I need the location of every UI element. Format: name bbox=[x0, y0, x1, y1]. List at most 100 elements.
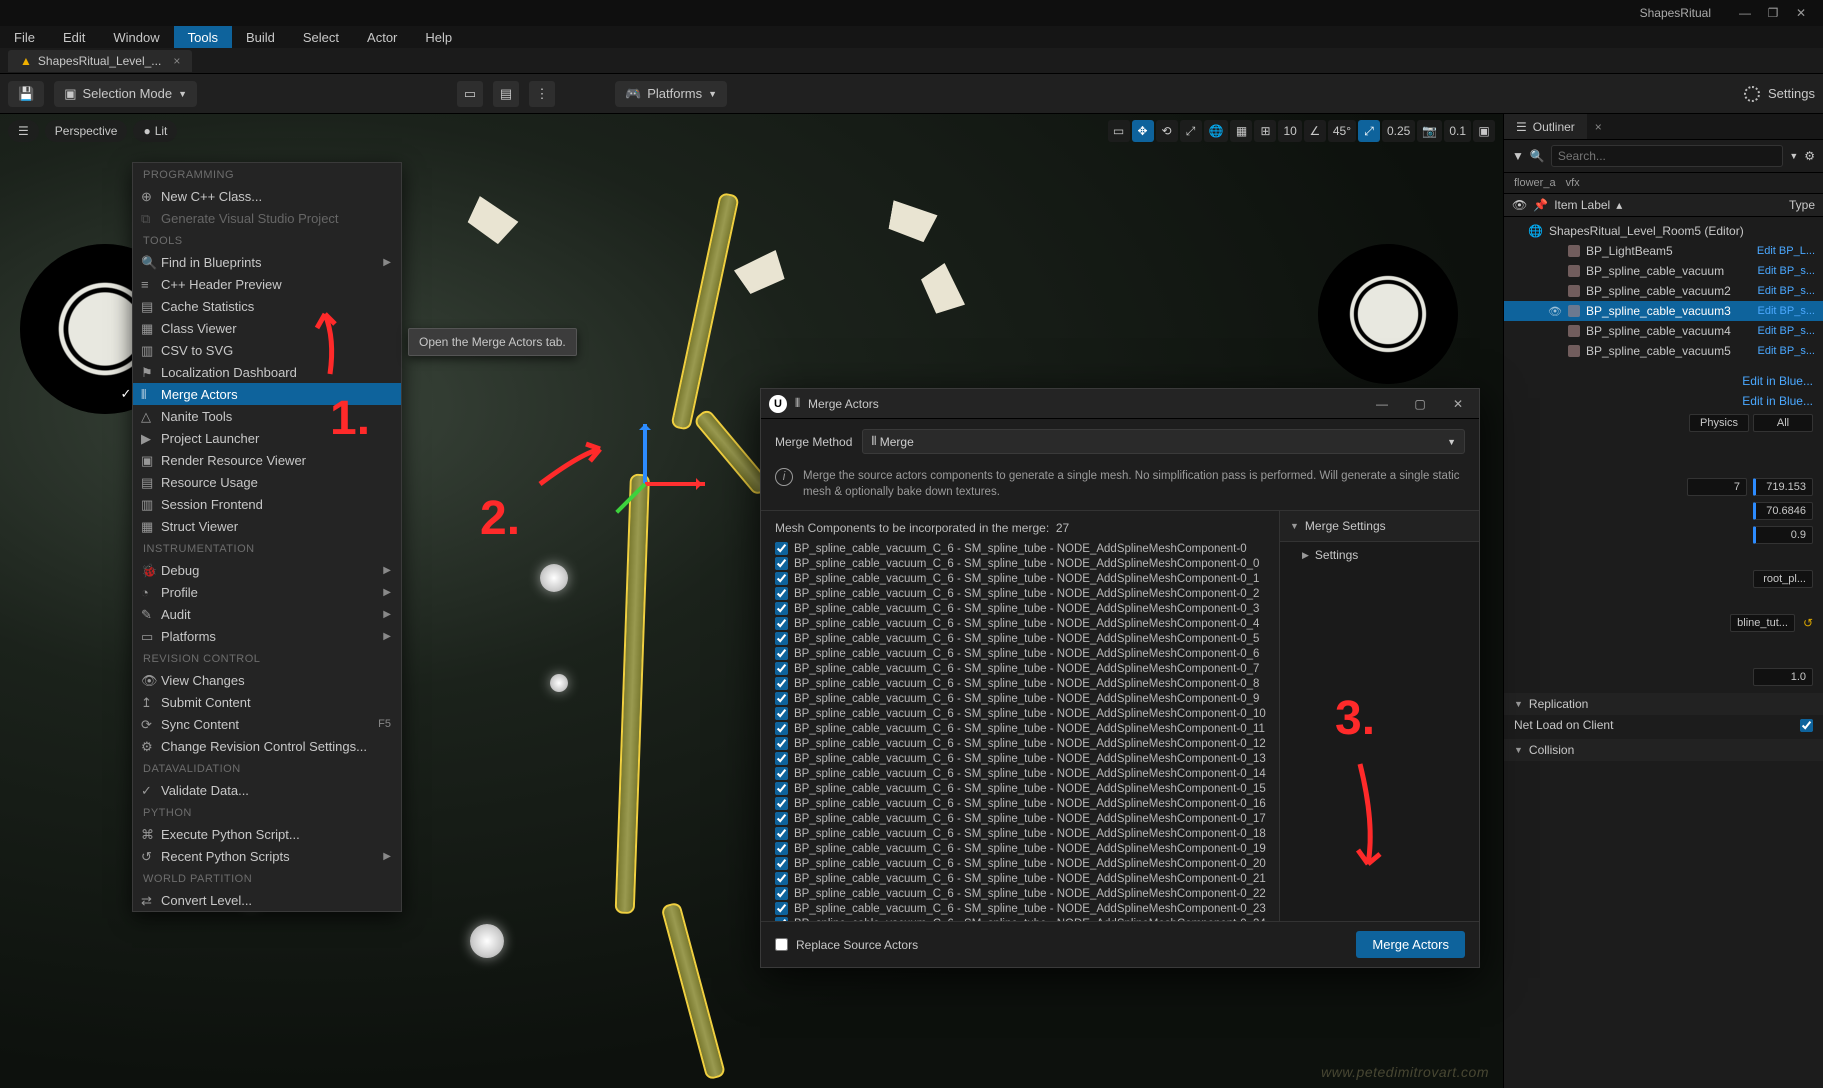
menu-cpp-header-preview[interactable]: ≡C++ Header Preview bbox=[133, 273, 401, 295]
mesh-component-row[interactable]: BP_spline_cable_vacuum_C_6 - SM_spline_t… bbox=[775, 631, 1273, 646]
camera-speed-icon[interactable]: 📷 bbox=[1417, 120, 1442, 142]
menu-resource-usage[interactable]: ▤Resource Usage bbox=[133, 471, 401, 493]
mesh-component-row[interactable]: BP_spline_cable_vacuum_C_6 - SM_spline_t… bbox=[775, 856, 1273, 871]
column-item-label[interactable]: Item Label bbox=[1554, 198, 1610, 212]
mesh-component-row[interactable]: BP_spline_cable_vacuum_C_6 - SM_spline_t… bbox=[775, 676, 1273, 691]
spline-cable[interactable] bbox=[615, 474, 650, 914]
menu-profile[interactable]: ◔Profile▶ bbox=[133, 581, 401, 603]
section-replication[interactable]: ▼Replication bbox=[1504, 693, 1823, 715]
mesh-component-checkbox[interactable] bbox=[775, 737, 788, 750]
merge-settings-header[interactable]: ▼Merge Settings bbox=[1280, 511, 1479, 542]
window-minimize[interactable]: — bbox=[1369, 397, 1395, 411]
light-icon[interactable] bbox=[470, 924, 504, 958]
angle-snap-toggle[interactable]: ∠ bbox=[1304, 120, 1326, 142]
spline-cable[interactable] bbox=[670, 192, 739, 431]
chevron-down-icon[interactable]: ▼ bbox=[1789, 151, 1798, 161]
menu-session-frontend[interactable]: ▥Session Frontend bbox=[133, 493, 401, 515]
menu-build[interactable]: Build bbox=[232, 26, 289, 48]
mesh-component-checkbox[interactable] bbox=[775, 902, 788, 915]
edit-blueprint-link[interactable]: Edit BP_L... bbox=[1757, 245, 1815, 257]
mesh-component-checkbox[interactable] bbox=[775, 857, 788, 870]
scale-tool[interactable]: ⤢ bbox=[1180, 120, 1202, 142]
replace-source-input[interactable] bbox=[775, 938, 788, 951]
menu-validate-data[interactable]: ✓Validate Data... bbox=[133, 779, 401, 801]
menu-audit[interactable]: ✎Audit▶ bbox=[133, 603, 401, 625]
mesh-component-checkbox[interactable] bbox=[775, 572, 788, 585]
net-load-checkbox[interactable] bbox=[1800, 719, 1813, 732]
mesh-component-checkbox[interactable] bbox=[775, 542, 788, 555]
perspective-dropdown[interactable]: Perspective bbox=[45, 120, 128, 142]
mesh-component-row[interactable]: BP_spline_cable_vacuum_C_6 - SM_spline_t… bbox=[775, 691, 1273, 706]
mesh-component-row[interactable]: BP_spline_cable_vacuum_C_6 - SM_spline_t… bbox=[775, 811, 1273, 826]
settings-label[interactable]: Settings bbox=[1768, 86, 1815, 101]
merge-window-titlebar[interactable]: U ⫴ Merge Actors — ▢ ✕ bbox=[761, 389, 1479, 419]
menu-render-resource-viewer[interactable]: ▣Render Resource Viewer bbox=[133, 449, 401, 471]
edit-blueprint-link[interactable]: Edit BP_s... bbox=[1758, 345, 1815, 357]
outliner-row[interactable]: BP_spline_cable_vacuum4Edit BP_s... bbox=[1504, 321, 1823, 341]
outliner-search-input[interactable] bbox=[1551, 145, 1783, 167]
angle-snap-value[interactable]: 45° bbox=[1328, 120, 1356, 142]
menu-convert-level[interactable]: ⇄Convert Level... bbox=[133, 889, 401, 911]
scale-snap-value[interactable]: 0.25 bbox=[1382, 120, 1415, 142]
mesh-component-row[interactable]: BP_spline_cable_vacuum_C_6 - SM_spline_t… bbox=[775, 556, 1273, 571]
menu-nanite-tools[interactable]: △Nanite Tools bbox=[133, 405, 401, 427]
menu-cache-statistics[interactable]: ▤Cache Statistics bbox=[133, 295, 401, 317]
coord-space-toggle[interactable]: 🌐 bbox=[1204, 120, 1229, 142]
surface-snap-toggle[interactable]: ▦ bbox=[1230, 120, 1252, 142]
viewport-options-menu[interactable]: ☰ bbox=[8, 120, 39, 142]
outliner-row[interactable]: BP_spline_cable_vacuumEdit BP_s... bbox=[1504, 261, 1823, 281]
gizmo-z-axis[interactable] bbox=[643, 424, 647, 484]
mesh-component-checkbox[interactable] bbox=[775, 797, 788, 810]
mesh-component-row[interactable]: BP_spline_cable_vacuum_C_6 - SM_spline_t… bbox=[775, 886, 1273, 901]
details-tab-all[interactable]: All bbox=[1753, 414, 1813, 432]
mesh-component-row[interactable]: BP_spline_cable_vacuum_C_6 - SM_spline_t… bbox=[775, 721, 1273, 736]
blueprints-button[interactable]: ⋮ bbox=[529, 81, 555, 107]
scalar-field-2[interactable]: 0.9 bbox=[1753, 526, 1813, 544]
maximize-viewport[interactable]: ▣ bbox=[1473, 120, 1495, 142]
mesh-component-row[interactable]: BP_spline_cable_vacuum_C_6 - SM_spline_t… bbox=[775, 766, 1273, 781]
mesh-component-checkbox[interactable] bbox=[775, 617, 788, 630]
translate-tool[interactable]: ✥ bbox=[1132, 120, 1154, 142]
mesh-component-checkbox[interactable] bbox=[775, 722, 788, 735]
menu-merge-actors[interactable]: ✓⫴Merge Actors bbox=[133, 383, 401, 405]
mesh-component-checkbox[interactable] bbox=[775, 812, 788, 825]
merge-actors-button[interactable]: Merge Actors bbox=[1356, 931, 1465, 958]
details-tab-physics[interactable]: Physics bbox=[1689, 414, 1749, 432]
menu-platforms[interactable]: ▭Platforms▶ bbox=[133, 625, 401, 647]
mesh-component-row[interactable]: BP_spline_cable_vacuum_C_6 - SM_spline_t… bbox=[775, 616, 1273, 631]
slider-value[interactable]: 1.0 bbox=[1753, 668, 1813, 686]
mesh-component-row[interactable]: BP_spline_cable_vacuum_C_6 - SM_spline_t… bbox=[775, 841, 1273, 856]
outliner-row[interactable]: 👁BP_spline_cable_vacuum3Edit BP_s... bbox=[1504, 301, 1823, 321]
menu-struct-viewer[interactable]: ▦Struct Viewer bbox=[133, 515, 401, 537]
mesh-component-checkbox[interactable] bbox=[775, 692, 788, 705]
gear-icon[interactable] bbox=[1744, 86, 1760, 102]
menu-tools[interactable]: Tools bbox=[174, 26, 232, 48]
selection-mode-dropdown[interactable]: ▣ Selection Mode ▼ bbox=[54, 81, 197, 107]
asset-field-root[interactable]: root_pl... bbox=[1753, 570, 1813, 588]
tab-outliner[interactable]: ☰Outliner bbox=[1504, 114, 1587, 139]
mesh-component-checkbox[interactable] bbox=[775, 707, 788, 720]
vector-field-b[interactable]: 719.153 bbox=[1753, 478, 1813, 496]
edit-blueprint-link[interactable]: Edit BP_s... bbox=[1758, 305, 1815, 317]
mesh-component-row[interactable]: BP_spline_cable_vacuum_C_6 - SM_spline_t… bbox=[775, 646, 1273, 661]
menu-sync-content[interactable]: ⟳Sync ContentF5 bbox=[133, 713, 401, 735]
platforms-dropdown[interactable]: 🎮 Platforms ▼ bbox=[615, 81, 727, 107]
mesh-component-row[interactable]: BP_spline_cable_vacuum_C_6 - SM_spline_t… bbox=[775, 586, 1273, 601]
mesh-component-checkbox[interactable] bbox=[775, 587, 788, 600]
menu-execute-python[interactable]: ⌘Execute Python Script... bbox=[133, 823, 401, 845]
light-icon[interactable] bbox=[540, 564, 568, 592]
edit-in-blueprint-link[interactable]: Edit in Blue... bbox=[1742, 394, 1813, 408]
menu-generate-vs-project[interactable]: ⧉Generate Visual Studio Project bbox=[133, 207, 401, 229]
menu-actor[interactable]: Actor bbox=[353, 26, 411, 48]
window-close[interactable]: ✕ bbox=[1445, 397, 1471, 411]
mesh-component-checkbox[interactable] bbox=[775, 752, 788, 765]
eye-icon[interactable]: 👁 bbox=[1548, 305, 1562, 318]
edit-blueprint-link[interactable]: Edit BP_s... bbox=[1758, 285, 1815, 297]
translate-gizmo[interactable] bbox=[600, 424, 690, 514]
menu-project-launcher[interactable]: ▶Project Launcher bbox=[133, 427, 401, 449]
gizmo-y-axis[interactable] bbox=[615, 483, 646, 514]
mesh-component-checkbox[interactable] bbox=[775, 872, 788, 885]
edit-blueprint-link[interactable]: Edit BP_s... bbox=[1758, 325, 1815, 337]
mesh-component-row[interactable]: BP_spline_cable_vacuum_C_6 - SM_spline_t… bbox=[775, 781, 1273, 796]
scalar-field-1[interactable]: 70.6846 bbox=[1753, 502, 1813, 520]
